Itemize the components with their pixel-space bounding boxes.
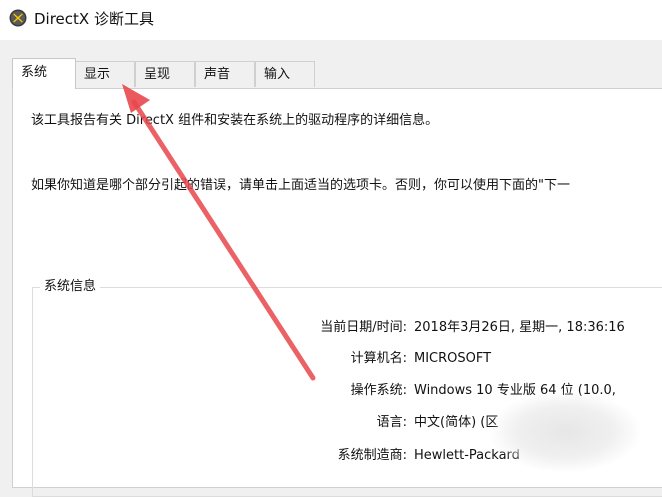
info-row-datetime: 当前日期/时间: 2018年3月26日, 星期一, 18:36:16: [0, 318, 662, 338]
info-value: 中文(简体) (区: [414, 415, 499, 430]
info-label: 当前日期/时间:: [320, 320, 407, 335]
info-label: 操作系统:: [350, 383, 407, 398]
tab-render[interactable]: 呈现: [135, 61, 195, 87]
intro-text-line1: 该工具报告有关 DirectX 组件和安装在系统上的驱动程序的详细信息。: [31, 113, 439, 128]
info-label: 计算机名:: [350, 351, 407, 366]
tab-strip: 系统 显示 呈现 声音 输入: [0, 58, 662, 89]
blur-watermark: [490, 392, 640, 472]
info-label: 语言:: [376, 415, 407, 430]
tab-system[interactable]: 系统: [12, 58, 76, 89]
info-value: MICROSOFT: [414, 351, 492, 366]
directx-x-icon: [9, 9, 27, 27]
tab-sound[interactable]: 声音: [195, 61, 255, 87]
info-row-computer-name: 计算机名: MICROSOFT: [0, 349, 662, 369]
title-bar: DirectX 诊断工具: [0, 0, 662, 40]
system-info-title: 系统信息: [40, 279, 101, 295]
info-label: 系统制造商:: [337, 448, 407, 463]
tab-display[interactable]: 显示: [75, 61, 135, 87]
window-title: DirectX 诊断工具: [34, 10, 154, 28]
tab-input[interactable]: 输入: [255, 61, 315, 87]
info-value: 2018年3月26日, 星期一, 18:36:16: [414, 320, 625, 335]
intro-text-line2: 如果你知道是哪个部分引起的错误，请单击上面适当的选项卡。否则，你可以使用下面的"…: [31, 178, 570, 193]
